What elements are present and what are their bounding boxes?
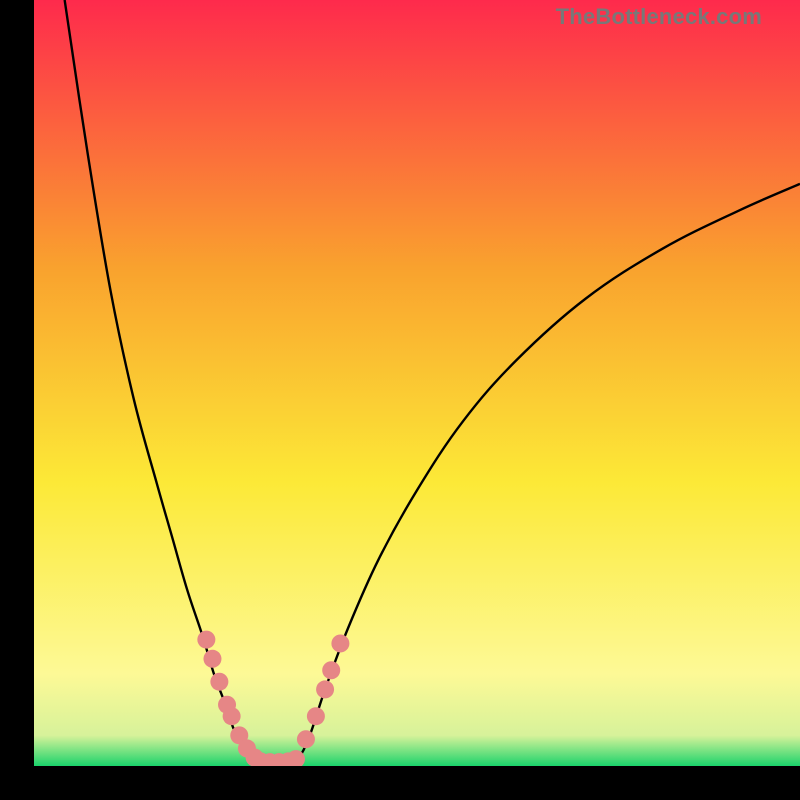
data-dot xyxy=(210,673,228,691)
data-dot xyxy=(322,661,340,679)
data-dot xyxy=(331,634,349,652)
plot-svg xyxy=(34,0,800,766)
data-dot xyxy=(297,730,315,748)
data-dot xyxy=(307,707,325,725)
gradient-background xyxy=(34,0,800,766)
data-dot xyxy=(316,680,334,698)
data-dot xyxy=(197,631,215,649)
watermark-text: TheBottleneck.com xyxy=(556,4,762,30)
data-dot xyxy=(203,650,221,668)
plot-frame xyxy=(34,0,800,766)
data-dot xyxy=(223,707,241,725)
